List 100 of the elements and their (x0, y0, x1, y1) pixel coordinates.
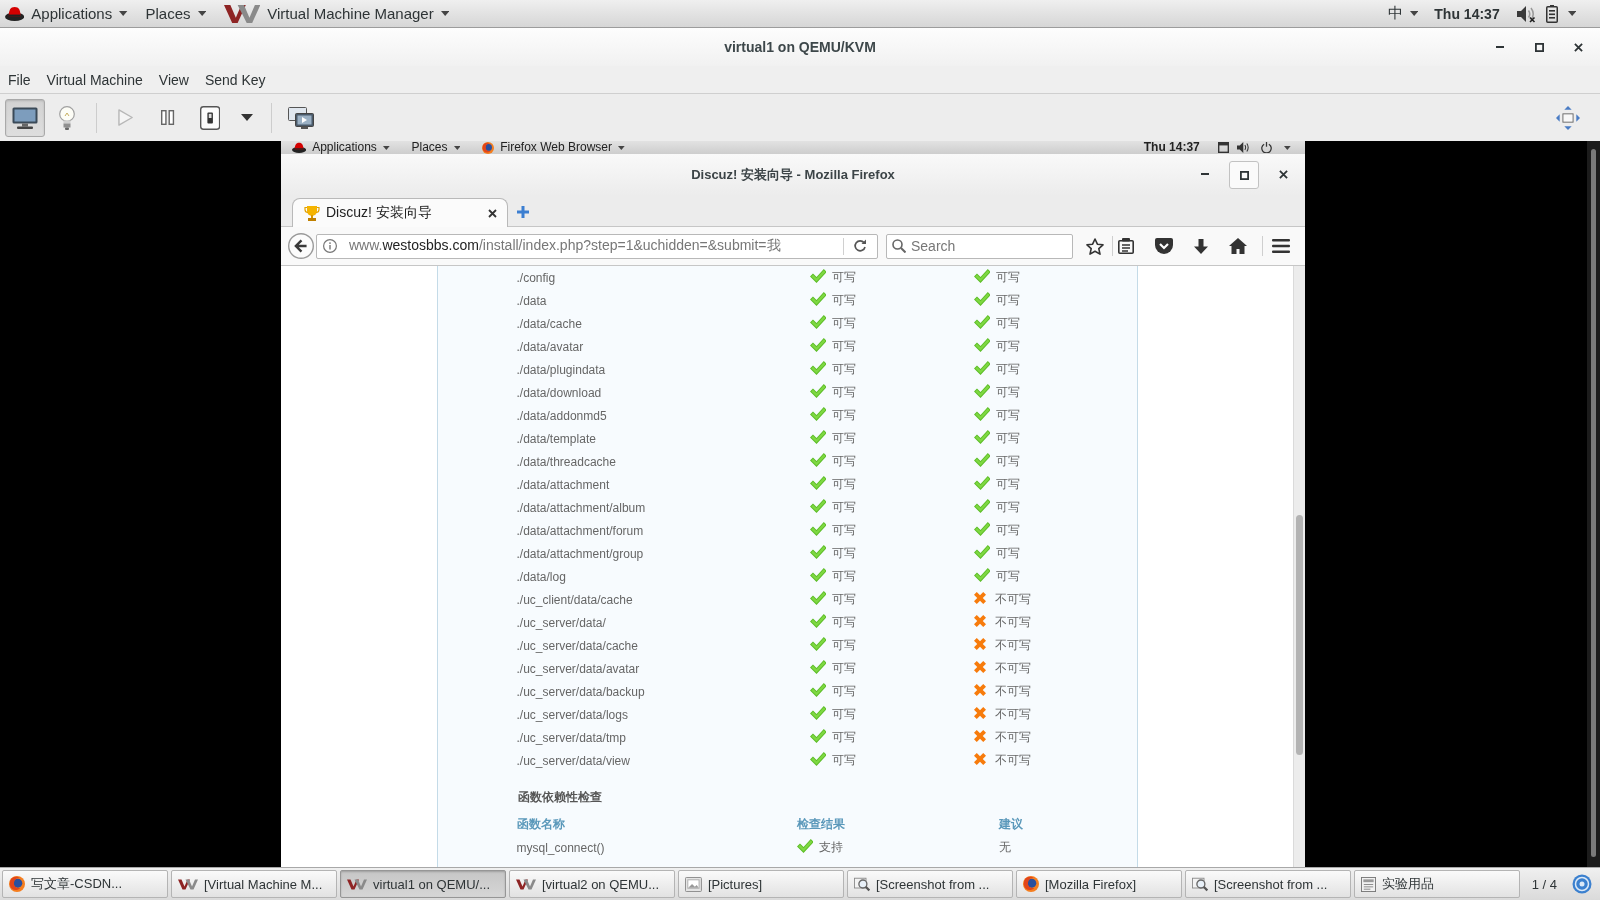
star-icon[interactable] (1086, 237, 1104, 255)
status-text: 可写 (832, 660, 857, 677)
ring-icon[interactable] (1572, 874, 1592, 894)
globe-icon (9, 876, 25, 892)
clock[interactable]: Thu 14:37 (1434, 5, 1500, 22)
status-text: 不可写 (994, 614, 1031, 631)
status-text: 可写 (832, 292, 857, 309)
status-text: 可写 (996, 430, 1021, 447)
monitor-icon (12, 106, 38, 129)
muted-speaker-icon (1515, 4, 1536, 23)
scrollbar[interactable] (1293, 266, 1305, 867)
speaker-icon (1236, 142, 1250, 153)
taskbar-button[interactable]: [virtual2 on QEMU... (509, 870, 675, 898)
home-icon[interactable] (1229, 238, 1247, 254)
directory-path: ./data/attachment (516, 477, 611, 492)
status-text: 不可写 (994, 591, 1031, 608)
directory-path: ./uc_server/data/tmp (516, 730, 627, 745)
taskbar-button[interactable]: [Virtual Machine M... (171, 870, 337, 898)
screens-icon (288, 106, 314, 129)
directory-path: ./data/download (516, 385, 603, 400)
address-bar[interactable]: www.westosbbs.com/install/index.php?step=1&uchidden=&submit=我 (316, 233, 878, 259)
scrollbar-thumb[interactable] (1591, 149, 1596, 857)
panel-menu-button[interactable]: Firefox Web Browser (482, 141, 625, 154)
window-title: Discuz! 安装向导 - Mozilla Firefox (691, 166, 895, 184)
directory-path: ./data/attachment/album (516, 500, 647, 515)
input-method-button[interactable]: 中 (1388, 1, 1419, 26)
directory-path: ./data/template (516, 431, 597, 446)
menu-icon[interactable] (1272, 239, 1290, 253)
shield-icon[interactable] (1155, 238, 1173, 254)
search-field[interactable]: Search (886, 233, 1073, 259)
directory-path: ./config (516, 270, 557, 285)
column-header: 检查结果 (796, 815, 846, 833)
console-button[interactable] (5, 98, 45, 137)
menu-item[interactable]: Virtual Machine (38, 68, 151, 91)
magnifier-icon (1192, 876, 1208, 892)
taskbar-button[interactable]: [Pictures] (678, 870, 844, 898)
status-text: 可写 (832, 706, 857, 723)
status-text: 不可写 (994, 706, 1031, 723)
taskbar-button[interactable]: 写文章-CSDN... (2, 870, 168, 898)
caret-icon (1410, 11, 1419, 16)
reload-icon[interactable] (853, 239, 867, 253)
panel-menu-button[interactable]: Places (145, 1, 206, 26)
panel-menu-button[interactable]: Virtual Machine Manager (223, 1, 450, 26)
info-icon[interactable] (323, 239, 337, 253)
status-text: 不可写 (994, 752, 1031, 769)
status-text: 可写 (832, 407, 857, 424)
directory-path: ./data (516, 293, 548, 308)
clock[interactable]: Thu 14:37 (1143, 141, 1200, 154)
caret-icon (618, 145, 625, 150)
status-text: 可写 (832, 545, 857, 562)
advice-text: 无 (998, 839, 1012, 856)
minimize-icon (1496, 46, 1504, 48)
status-text: 可写 (832, 453, 857, 470)
directory-path: ./uc_server/data/cache (516, 638, 639, 653)
chevron-logo-icon (178, 878, 198, 890)
directory-path: ./uc_server/data/avatar (516, 661, 641, 676)
directory-path: ./data/cache (516, 316, 583, 331)
panel-menu-button[interactable]: Applications (5, 1, 128, 26)
close-icon[interactable] (488, 208, 497, 218)
down-arrow-icon[interactable] (1194, 238, 1208, 254)
menu-item[interactable]: View (150, 68, 197, 91)
document-icon (1361, 876, 1376, 892)
status-text: 可写 (832, 683, 857, 700)
clipboard-icon[interactable] (1118, 238, 1134, 254)
status-text: 可写 (996, 361, 1021, 378)
directory-path: ./data/plugindata (516, 362, 607, 377)
panel-menu-button[interactable]: Places (411, 141, 461, 154)
minimize-icon (1201, 173, 1209, 175)
status-text: 不可写 (994, 637, 1031, 654)
back-icon[interactable] (288, 233, 314, 259)
taskbar-button[interactable]: [Screenshot from ... (1185, 870, 1351, 898)
taskbar-button[interactable]: [Screenshot from ... (847, 870, 1013, 898)
search-icon (892, 239, 906, 253)
directory-path: ./data/attachment/forum (516, 523, 645, 538)
workspace-indicator[interactable]: 1 / 4 (1531, 876, 1557, 892)
taskbar-button[interactable]: 实验用品 (1354, 870, 1520, 898)
chevron-logo-icon (516, 878, 536, 890)
system-menu-button[interactable] (1236, 141, 1291, 154)
status-text: 可写 (996, 545, 1021, 562)
status-text: 可写 (996, 292, 1021, 309)
browser-tab[interactable]: Discuz! 安装向导 (292, 198, 508, 227)
caret-icon (1284, 145, 1291, 150)
menu-item[interactable]: Send Key (196, 68, 274, 91)
scrollbar[interactable] (1587, 141, 1600, 867)
status-text: 可写 (832, 361, 857, 378)
directory-path: ./uc_server/data/backup (516, 684, 646, 699)
plus-icon[interactable] (517, 206, 529, 218)
maximize-button[interactable] (1229, 161, 1259, 189)
status-text: 可写 (996, 476, 1021, 493)
taskbar-button[interactable]: [Mozilla Firefox] (1016, 870, 1182, 898)
status-text: 可写 (832, 430, 857, 447)
panel-menu-button[interactable]: Applications (292, 141, 390, 154)
status-text: 可写 (832, 591, 857, 608)
menu-item[interactable]: File (0, 68, 39, 91)
taskbar-button[interactable]: virtual1 on QEMU/... (340, 870, 506, 898)
column-header: 函数名称 (516, 815, 566, 833)
status-text: 可写 (996, 453, 1021, 470)
caret-icon (197, 11, 206, 16)
scrollbar-thumb[interactable] (1296, 515, 1303, 755)
window-icon[interactable] (1217, 142, 1229, 153)
